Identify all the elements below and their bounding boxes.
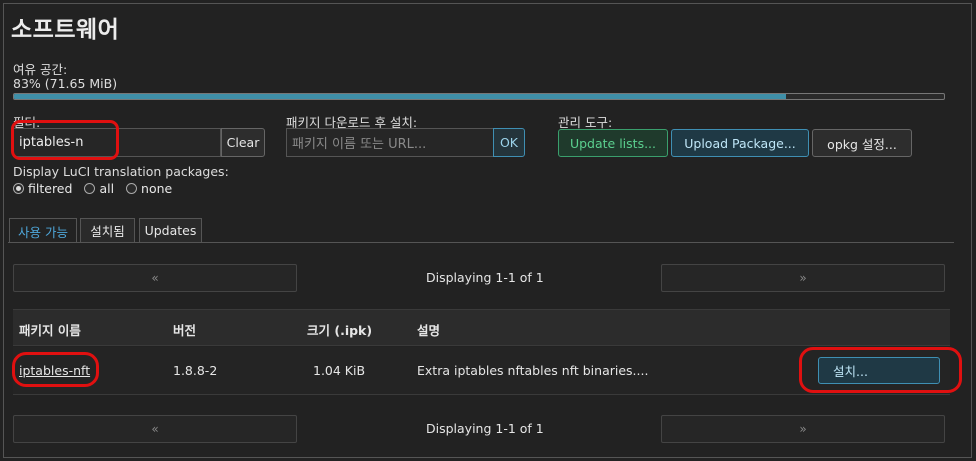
tab-installed[interactable]: 설치됨 <box>80 218 135 242</box>
filter-input[interactable]: iptables-n <box>13 128 221 157</box>
tab-divider <box>8 242 954 243</box>
header-size: 크기 (.ipk) <box>307 323 373 338</box>
install-button[interactable]: 설치... <box>818 357 940 384</box>
radio-none[interactable] <box>126 183 138 194</box>
package-size: 1.04 KiB <box>313 363 366 378</box>
tab-updates[interactable]: Updates <box>139 218 202 242</box>
header-version: 버전 <box>173 323 197 338</box>
pager-next-button-bottom[interactable]: » <box>661 415 945 443</box>
header-description: 설명 <box>417 323 441 338</box>
package-version: 1.8.8-2 <box>173 363 218 378</box>
pager-prev-button-top[interactable]: « <box>13 264 297 292</box>
tab-available[interactable]: 사용 가능 <box>9 218 77 243</box>
table-header <box>13 309 950 346</box>
header-package-name: 패키지 이름 <box>19 323 81 338</box>
radio-none-label: none <box>141 181 173 196</box>
pager-status-bottom: Displaying 1-1 of 1 <box>426 421 544 436</box>
radio-all[interactable] <box>84 183 96 194</box>
pager-prev-button-bottom[interactable]: « <box>13 415 297 443</box>
opkg-settings-button[interactable]: opkg 설정... <box>812 129 912 157</box>
pager-next-button-top[interactable]: » <box>661 264 945 292</box>
package-url-input[interactable]: 패키지 이름 또는 URL... <box>286 128 494 157</box>
radio-filtered-label: filtered <box>28 181 73 196</box>
radio-filtered[interactable] <box>13 183 24 194</box>
free-space-progress-fill <box>14 94 786 99</box>
update-lists-button[interactable]: Update lists... <box>558 129 668 157</box>
filter-clear-button[interactable]: Clear <box>221 128 265 157</box>
translation-radio-group: filtered all none <box>13 181 172 196</box>
package-description: Extra iptables nftables nft binaries.... <box>417 363 649 378</box>
download-ok-button[interactable]: OK <box>493 128 525 157</box>
package-name-link[interactable]: iptables-nft <box>19 363 90 378</box>
page-title: 소프트웨어 <box>11 17 120 43</box>
radio-all-label: all <box>99 181 115 196</box>
free-space-progress-bar <box>13 93 945 100</box>
pager-status-top: Displaying 1-1 of 1 <box>426 270 544 285</box>
free-space-value: 83% (71.65 MiB) <box>13 76 118 91</box>
translation-label: Display LuCI translation packages: <box>13 164 229 179</box>
upload-package-button[interactable]: Upload Package... <box>671 129 809 157</box>
